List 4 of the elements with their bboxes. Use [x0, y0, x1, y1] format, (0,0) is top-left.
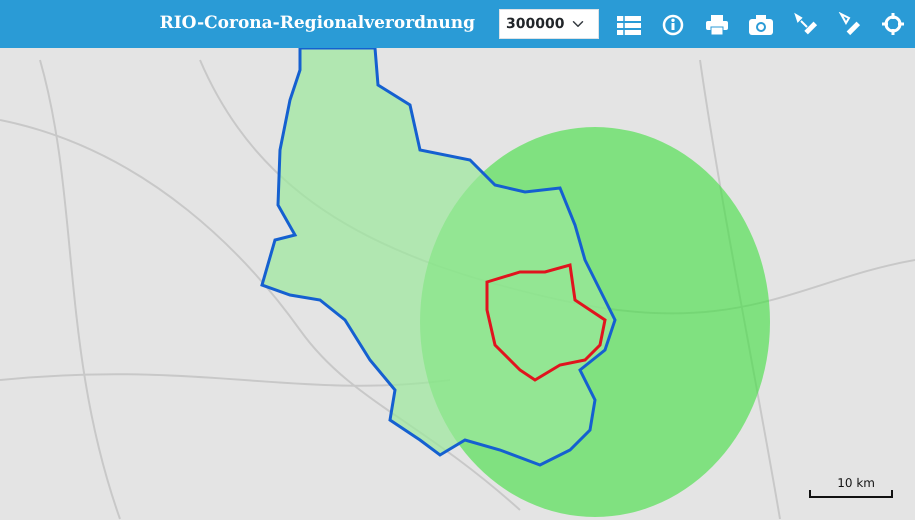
crosshair-icon[interactable] [879, 10, 907, 38]
scale-select[interactable]: 300000 [499, 9, 599, 39]
scale-label: 10 km [837, 475, 875, 492]
app-title: RIO-Corona-Regionalverordnung [160, 12, 475, 36]
